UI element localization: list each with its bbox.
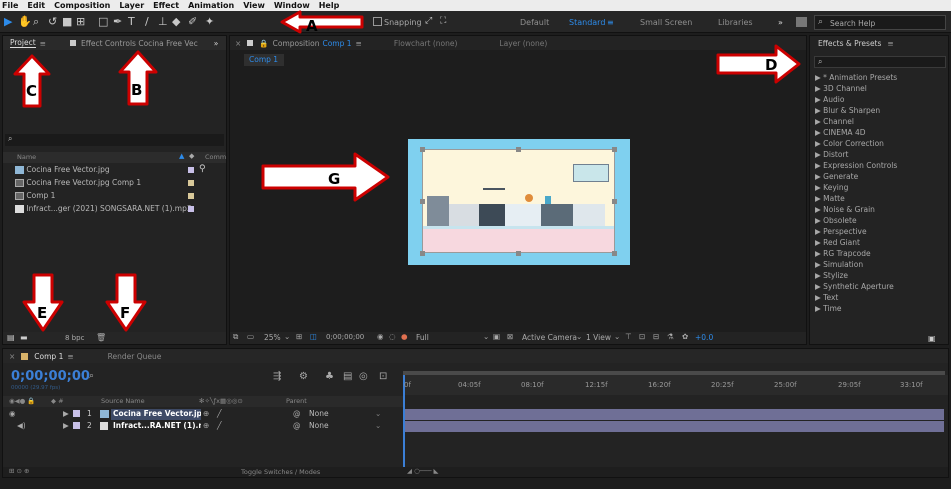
annotation-letter-b: B xyxy=(131,81,142,99)
annotation-letter-d: D xyxy=(765,56,777,74)
annotation-arrow-b: B xyxy=(118,50,158,106)
annotation-arrow-e: E xyxy=(22,273,64,332)
annotation-letter-f: F xyxy=(120,304,130,322)
annotation-letter-e: E xyxy=(37,304,47,322)
annotation-arrow-c: C xyxy=(13,54,51,108)
annotation-arrow-f: F xyxy=(105,273,147,332)
annotation-letter-g: G xyxy=(328,170,340,188)
annotation-overlay: A B C D E F G xyxy=(13,10,801,332)
annotation-arrow-d: D xyxy=(716,44,801,84)
annotation-arrow-g: G xyxy=(261,152,390,202)
annotation-arrow-a: A xyxy=(280,10,364,35)
annotation-letter-a: A xyxy=(306,17,318,35)
annotation-letter-c: C xyxy=(26,82,37,100)
